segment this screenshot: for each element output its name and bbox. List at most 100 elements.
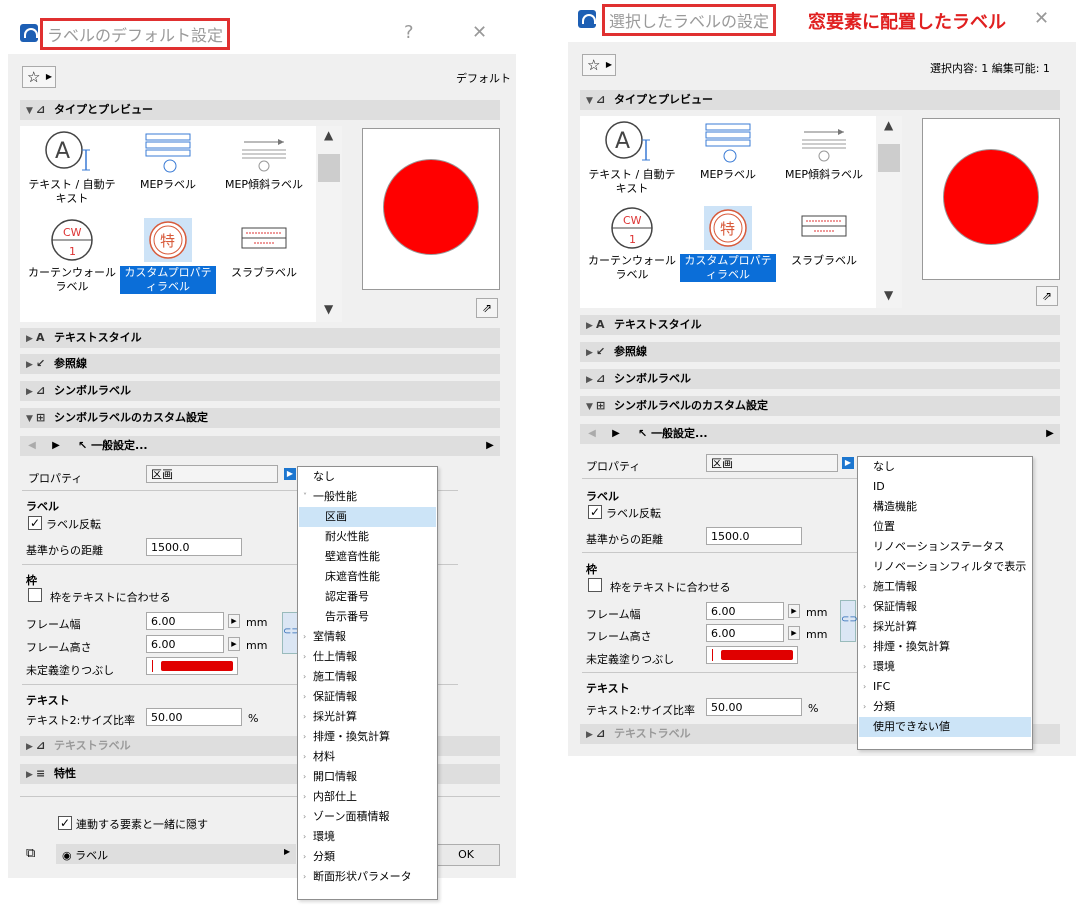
section-symbol-custom[interactable]: ▼ ⊞ シンボルラベルのカスタム設定	[20, 408, 500, 428]
menu-item[interactable]: › 採光計算	[299, 707, 436, 727]
type-tile-curtain-wall[interactable]: CW 1 カーテンウォールラベル	[24, 218, 120, 294]
menu-item[interactable]: › 採光計算	[859, 617, 1031, 637]
menu-item[interactable]: › 内部仕上	[299, 787, 436, 807]
scroll-thumb[interactable]	[318, 154, 340, 182]
scroll-down-icon[interactable]: ▼	[884, 288, 893, 302]
section-type-preview[interactable]: ▼ ⊿ タイプとプレビュー	[580, 90, 1060, 110]
page-selector-arrow-icon[interactable]: ▶	[480, 436, 500, 456]
section-text-style[interactable]: ▶ A テキストスタイル	[580, 315, 1060, 335]
section-symbol-label[interactable]: ▶ ⊿ シンボルラベル	[580, 369, 1060, 389]
fill-swatch[interactable]	[706, 646, 798, 664]
layer-selector[interactable]: ◉ ラベル	[62, 847, 108, 863]
menu-item[interactable]: 使用できない値	[859, 717, 1031, 737]
menu-item[interactable]: ID	[859, 477, 1031, 497]
menu-item[interactable]: › 仕上情報	[299, 647, 436, 667]
prev-page-button[interactable]: ◀	[582, 424, 602, 444]
page-selector[interactable]: ↖ 一般設定...	[78, 436, 148, 456]
menu-item[interactable]: なし	[859, 457, 1031, 477]
ratio-input[interactable]: 50.00	[146, 708, 242, 726]
type-tile-mep-slope[interactable]: MEP傾斜ラベル	[776, 120, 872, 182]
menu-item[interactable]: リノベーションフィルタで表示	[859, 557, 1031, 577]
section-symbol-label[interactable]: ▶ ⊿ シンボルラベル	[20, 381, 500, 401]
frame-height-stepper[interactable]: ▶	[228, 637, 240, 651]
type-tile-slab[interactable]: スラブラベル	[216, 218, 312, 280]
link-chain-icon[interactable]: ⊂⊃	[282, 612, 300, 654]
menu-item[interactable]: › 排煙・換気計算	[299, 727, 436, 747]
menu-item[interactable]: › 開口情報	[299, 767, 436, 787]
scroll-up-icon[interactable]: ▲	[884, 118, 893, 132]
fit-frame-checkbox[interactable]	[28, 588, 42, 602]
menu-item[interactable]: 認定番号	[299, 587, 436, 607]
help-button[interactable]: ?	[404, 22, 414, 43]
page-selector-arrow-icon[interactable]: ▶	[1040, 424, 1060, 444]
next-page-button[interactable]: ▶	[46, 436, 66, 456]
menu-item[interactable]: › 施工情報	[299, 667, 436, 687]
property-field[interactable]: 区画	[706, 454, 838, 472]
hide-with-element-checkbox[interactable]: ✓	[58, 816, 72, 830]
preview-options-button[interactable]: ⇗	[476, 298, 498, 318]
favorites-button[interactable]: ☆ ▶	[582, 54, 616, 76]
menu-item[interactable]: › 環境	[859, 657, 1031, 677]
frame-width-stepper[interactable]: ▶	[228, 614, 240, 628]
type-tile-text[interactable]: A テキスト / 自動テキスト	[24, 130, 120, 206]
menu-item[interactable]: › IFC	[859, 677, 1031, 697]
menu-item[interactable]: 区画	[299, 507, 436, 527]
flip-label-checkbox[interactable]: ✓	[588, 505, 602, 519]
frame-width-input[interactable]: 6.00	[706, 602, 784, 620]
type-tile-custom-property[interactable]: 特 カスタムプロパティラベル	[120, 218, 216, 294]
frame-height-stepper[interactable]: ▶	[788, 626, 800, 640]
menu-item[interactable]: › 環境	[299, 827, 436, 847]
fit-frame-checkbox[interactable]	[588, 578, 602, 592]
menu-item[interactable]: › ゾーン面積情報	[299, 807, 436, 827]
flip-label-checkbox[interactable]: ✓	[28, 516, 42, 530]
scroll-down-icon[interactable]: ▼	[324, 302, 333, 316]
menu-item[interactable]: 位置	[859, 517, 1031, 537]
type-tile-text[interactable]: A テキスト / 自動テキスト	[584, 120, 680, 196]
menu-item[interactable]: › 排煙・換気計算	[859, 637, 1031, 657]
page-selector[interactable]: ↖ 一般設定...	[638, 424, 708, 444]
menu-item[interactable]: › 保証情報	[859, 597, 1031, 617]
fill-swatch[interactable]	[146, 657, 238, 675]
type-list-scrollbar[interactable]: ▲ ▼	[876, 116, 902, 308]
menu-item[interactable]: › 断面形状パラメータ	[299, 867, 436, 887]
menu-item[interactable]: 床遮音性能	[299, 567, 436, 587]
menu-item[interactable]: › 施工情報	[859, 577, 1031, 597]
preview-options-button[interactable]: ⇗	[1036, 286, 1058, 306]
type-tile-curtain-wall[interactable]: CW 1 カーテンウォールラベル	[584, 206, 680, 282]
type-tile-mep[interactable]: MEPラベル	[120, 130, 216, 192]
next-page-button[interactable]: ▶	[606, 424, 626, 444]
menu-item[interactable]: 構造機能	[859, 497, 1031, 517]
type-list-scrollbar[interactable]: ▲ ▼	[316, 126, 342, 322]
ratio-input[interactable]: 50.00	[706, 698, 802, 716]
section-symbol-custom[interactable]: ▼ ⊞ シンボルラベルのカスタム設定	[580, 396, 1060, 416]
scroll-up-icon[interactable]: ▲	[324, 128, 333, 142]
property-dropdown-button[interactable]: ▶	[284, 468, 296, 480]
menu-item[interactable]: › 分類	[299, 847, 436, 867]
menu-item[interactable]: › 保証情報	[299, 687, 436, 707]
menu-item[interactable]: 告示番号	[299, 607, 436, 627]
menu-item[interactable]: リノベーションステータス	[859, 537, 1031, 557]
section-leader[interactable]: ▶ ↙ 参照線	[580, 342, 1060, 362]
type-tile-mep-slope[interactable]: MEP傾斜ラベル	[216, 130, 312, 192]
type-tile-custom-property[interactable]: 特 カスタムプロパティラベル	[680, 206, 776, 282]
frame-width-stepper[interactable]: ▶	[788, 604, 800, 618]
frame-width-input[interactable]: 6.00	[146, 612, 224, 630]
section-type-preview[interactable]: ▼ ⊿ タイプとプレビュー	[20, 100, 500, 120]
menu-item[interactable]: › 材料	[299, 747, 436, 767]
menu-item[interactable]: 壁遮音性能	[299, 547, 436, 567]
menu-item[interactable]: › 室情報	[299, 627, 436, 647]
section-leader[interactable]: ▶ ↙ 参照線	[20, 354, 500, 374]
distance-input[interactable]: 1500.0	[706, 527, 802, 545]
menu-item[interactable]: ˅ 一般性能	[299, 487, 436, 507]
ok-button[interactable]: OK	[432, 844, 500, 866]
type-tile-slab[interactable]: スラブラベル	[776, 206, 872, 268]
menu-item[interactable]: 耐火性能	[299, 527, 436, 547]
menu-item[interactable]: なし	[299, 467, 436, 487]
close-button[interactable]: ✕	[1034, 8, 1049, 29]
close-button[interactable]: ✕	[472, 22, 487, 43]
favorites-button[interactable]: ☆ ▶	[22, 66, 56, 88]
type-tile-mep[interactable]: MEPラベル	[680, 120, 776, 182]
distance-input[interactable]: 1500.0	[146, 538, 242, 556]
frame-height-input[interactable]: 6.00	[146, 635, 224, 653]
menu-item[interactable]: › 分類	[859, 697, 1031, 717]
